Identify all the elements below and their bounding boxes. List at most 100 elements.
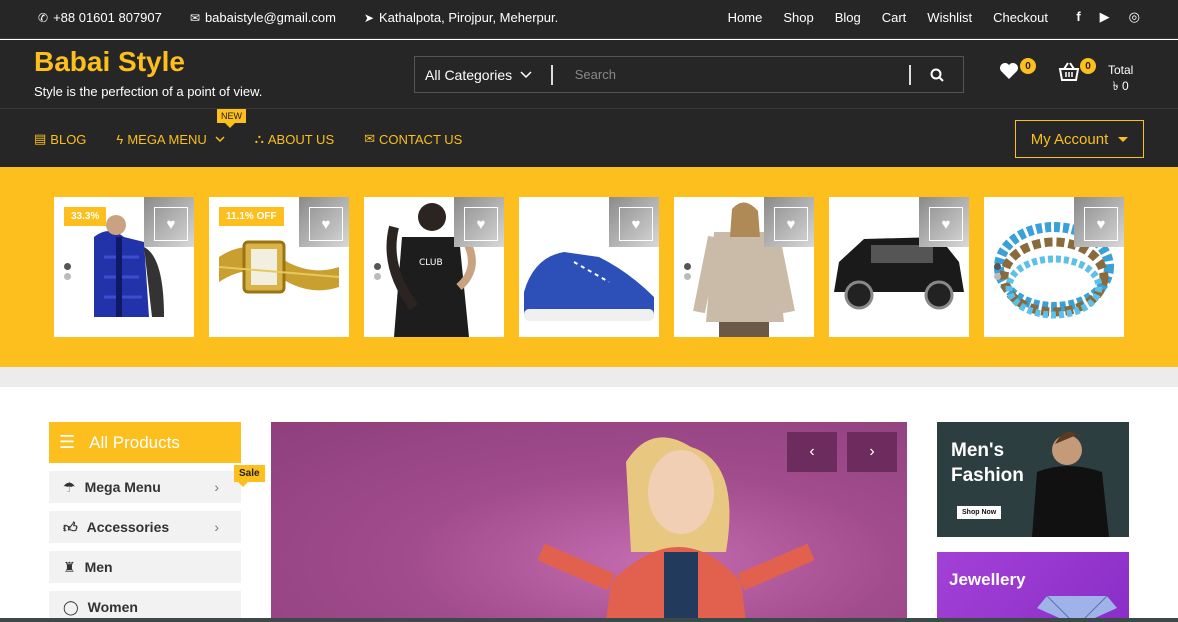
product-card[interactable]: 11.1% OFF ♥: [209, 197, 349, 337]
envelope-icon: ✉: [364, 131, 376, 146]
dot[interactable]: [994, 273, 1001, 280]
wishlist-overlay: ♥: [454, 197, 504, 247]
product-card[interactable]: ♥: [519, 197, 659, 337]
search-bar: All Categories: [414, 56, 964, 93]
dot-active[interactable]: [684, 263, 691, 270]
product-card[interactable]: ♥: [674, 197, 814, 337]
envelope-icon: ✉: [189, 10, 200, 25]
wishlist-button[interactable]: [999, 62, 1019, 86]
top-link-cart[interactable]: Cart: [882, 10, 907, 25]
top-link-shop[interactable]: Shop: [783, 10, 813, 25]
category-label: All Categories: [425, 66, 513, 83]
instagram-icon[interactable]: ◎: [1129, 9, 1140, 25]
basket-icon: [1058, 62, 1080, 81]
wishlist-overlay: ♥: [609, 197, 659, 247]
nav-item-blog[interactable]: ▤ BLOG: [34, 131, 86, 147]
dot[interactable]: [374, 273, 381, 280]
dot[interactable]: [684, 273, 691, 280]
heart-icon: ♥: [1096, 215, 1106, 233]
search-button[interactable]: [909, 64, 963, 85]
top-link-blog[interactable]: Blog: [835, 10, 861, 25]
sidebar-item-men[interactable]: ♜ Men: [49, 551, 241, 583]
dot[interactable]: [64, 273, 71, 280]
sitemap-icon: ⛬: [254, 131, 264, 146]
sidebar-item-label: Mega Menu: [84, 479, 161, 495]
slider-next-button[interactable]: ›: [847, 432, 897, 472]
site-header: Babai Style Style is the perfection of a…: [0, 40, 1178, 108]
account-label: My Account: [1030, 130, 1109, 148]
top-bar: ✆ +88 01601 807907 ✉ babaistyle@gmail.com …: [0, 0, 1178, 39]
image-dots: [994, 263, 1001, 283]
nav-item-about-us[interactable]: ⛬ ABOUT US: [255, 131, 334, 147]
top-link-home[interactable]: Home: [728, 10, 763, 25]
banner-title-line1: Men's: [951, 440, 1005, 461]
add-to-wishlist-button[interactable]: ♥: [1084, 207, 1118, 241]
chevron-right-icon: ›: [214, 519, 219, 535]
add-to-wishlist-button[interactable]: ♥: [619, 207, 653, 241]
sidebar-item-mega-menu[interactable]: ☂ Mega Menu ›: [49, 471, 241, 503]
dot-active[interactable]: [64, 263, 71, 270]
caret-down-icon: [1118, 136, 1129, 142]
product-card[interactable]: ♥: [984, 197, 1124, 337]
chevron-left-icon: ‹: [809, 443, 815, 460]
slider-prev-button[interactable]: ‹: [787, 432, 837, 472]
all-products-header[interactable]: ☰ All Products: [49, 422, 241, 463]
banner-title-line2: Fashion: [951, 465, 1024, 486]
product-carousel: 33.3% ♥ 11.1% OFF ♥ CLUB ♥ ♥ ♥ ♥ ♥: [0, 167, 1178, 367]
wishlist-overlay: ♥: [919, 197, 969, 247]
add-to-wishlist-button[interactable]: ♥: [154, 207, 188, 241]
heart-icon: ♥: [166, 215, 176, 233]
cart-button[interactable]: [1058, 62, 1080, 88]
heart-icon: ♥: [476, 215, 486, 233]
search-icon: [930, 68, 944, 82]
site-tagline: Style is the perfection of a point of vi…: [34, 84, 263, 99]
nav-item-mega-menu[interactable]: ϟ MEGA MENU: [116, 131, 225, 147]
youtube-icon[interactable]: ▶: [1100, 9, 1110, 25]
add-to-wishlist-button[interactable]: ♥: [464, 207, 498, 241]
image-dots: [374, 263, 381, 283]
facebook-icon[interactable]: f: [1076, 9, 1080, 25]
sidebar-item-accessories[interactable]: 👍︎ Accessories ›: [49, 511, 241, 543]
image-dots: [64, 263, 71, 283]
phone-text: +88 01601 807907: [53, 10, 162, 25]
document-icon: ▤: [34, 131, 47, 146]
bolt-icon: ϟ: [116, 131, 124, 147]
category-select[interactable]: All Categories: [415, 64, 553, 85]
wishlist-overlay: ♥: [299, 197, 349, 247]
top-link-checkout[interactable]: Checkout: [993, 10, 1048, 25]
sidebar-item-label: Women: [87, 599, 138, 615]
add-to-wishlist-button[interactable]: ♥: [929, 207, 963, 241]
jewellery-banner[interactable]: Jewellery: [937, 552, 1129, 622]
product-card[interactable]: ♥: [829, 197, 969, 337]
user-secret-icon: ♜: [63, 558, 76, 575]
product-card[interactable]: 33.3% ♥: [54, 197, 194, 337]
section-divider: [0, 367, 1178, 387]
sidebar-item-label: Accessories: [86, 519, 170, 535]
dot-active[interactable]: [374, 263, 381, 270]
banner-title: Jewellery: [949, 570, 1026, 589]
shop-now-button[interactable]: Shop Now: [957, 506, 1002, 519]
chevron-right-icon: ›: [214, 479, 219, 495]
comment-icon: ◯: [63, 598, 79, 615]
thumbs-up-icon: 👍︎: [63, 518, 78, 535]
add-to-wishlist-button[interactable]: ♥: [774, 207, 808, 241]
top-link-wishlist[interactable]: Wishlist: [927, 10, 972, 25]
chevron-right-icon: ›: [869, 443, 875, 460]
add-to-wishlist-button[interactable]: ♥: [309, 207, 343, 241]
sale-badge: Sale: [234, 465, 265, 487]
hero-slider: ‹ ›: [271, 422, 907, 622]
search-input[interactable]: [574, 67, 910, 82]
heart-icon: ♥: [941, 215, 951, 233]
top-links: Home Shop Blog Cart Wishlist Checkout: [728, 10, 1048, 25]
mens-fashion-banner[interactable]: Men's Fashion Shop Now: [937, 422, 1129, 537]
nav-item-contact-us[interactable]: ✉ CONTACT US: [364, 131, 462, 147]
dot-active[interactable]: [994, 263, 1001, 270]
site-logo[interactable]: Babai Style: [34, 46, 185, 78]
nav-item-label: BLOG: [50, 131, 87, 147]
banner-title: Men's Fashion: [951, 438, 1024, 488]
all-products-label: All Products: [89, 432, 180, 452]
product-card[interactable]: CLUB ♥: [364, 197, 504, 337]
my-account-button[interactable]: My Account: [1015, 120, 1144, 158]
email-info: ✉ babaistyle@gmail.com: [190, 10, 336, 25]
svg-text:CLUB: CLUB: [419, 258, 443, 268]
